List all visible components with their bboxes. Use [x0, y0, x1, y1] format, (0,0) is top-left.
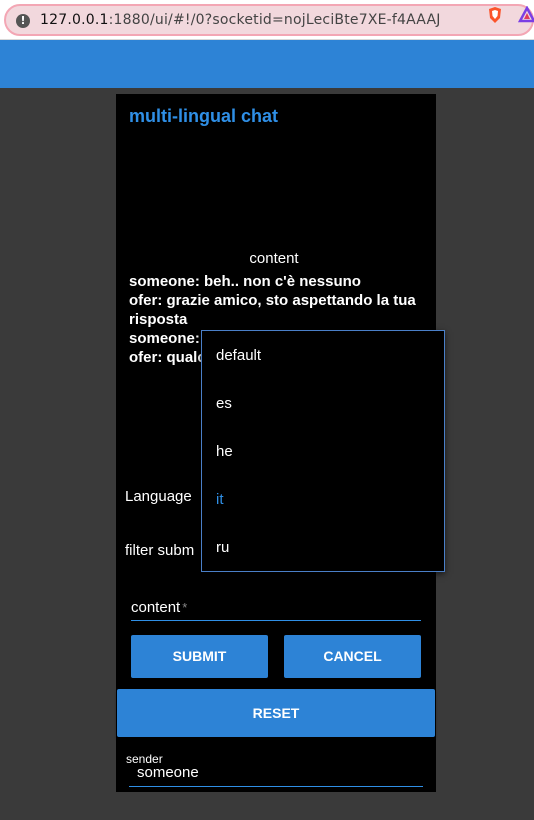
sender-input[interactable]: someone — [129, 762, 423, 787]
submit-button[interactable]: SUBMIT — [131, 635, 268, 678]
content-input[interactable]: content * — [131, 599, 421, 621]
content-heading: content — [249, 250, 299, 267]
address-bar[interactable]: ! 127.0.0.1:1880/ui/#!/0?socketid=nojLec… — [4, 4, 534, 36]
site-info-icon[interactable]: ! — [16, 14, 30, 28]
language-option-ru[interactable]: ru — [216, 539, 229, 556]
browser-toolbar: ! 127.0.0.1:1880/ui/#!/0?socketid=nojLec… — [0, 0, 534, 40]
language-option-es[interactable]: es — [216, 395, 232, 412]
reset-button[interactable]: RESET — [117, 689, 435, 737]
cancel-button[interactable]: CANCEL — [284, 635, 421, 678]
sender-value: someone — [137, 764, 199, 781]
url-text[interactable]: 127.0.0.1:1880/ui/#!/0?socketid=nojLeciB… — [40, 12, 441, 28]
language-option-he[interactable]: he — [216, 443, 233, 460]
brave-rewards-icon[interactable] — [518, 6, 534, 24]
page-title: multi-lingual chat — [129, 106, 279, 126]
language-option-default[interactable]: default — [216, 347, 261, 364]
brave-shields-icon[interactable] — [486, 6, 504, 24]
required-marker: * — [182, 600, 188, 615]
message-item: someone: beh.. non c'è nessuno — [129, 273, 361, 290]
language-label: Language — [125, 488, 192, 505]
app-header-bar — [0, 40, 534, 88]
language-dropdown-menu[interactable]: default es he it ru — [201, 330, 445, 572]
language-option-it[interactable]: it — [216, 491, 224, 508]
message-item: ofer: grazie amico, sto aspettando la tu… — [129, 292, 416, 328]
content-field-label: content — [131, 599, 181, 616]
